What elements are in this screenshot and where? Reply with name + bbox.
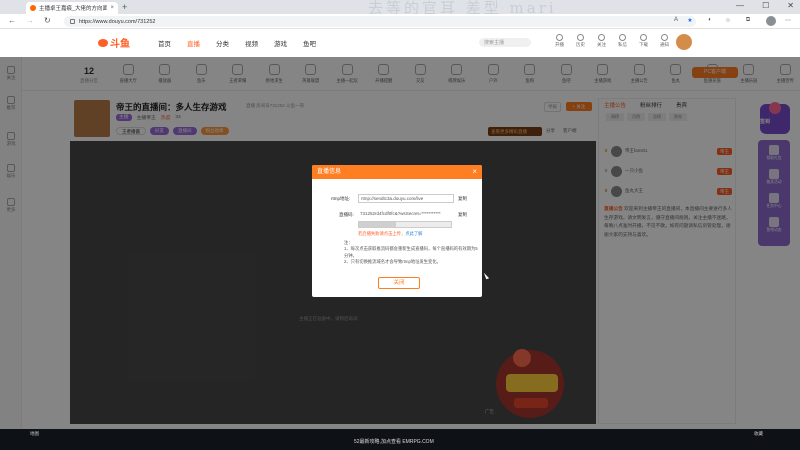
header-item-messages[interactable]: 私信: [616, 34, 629, 48]
douyu-favicon-icon: [30, 5, 36, 11]
code-masked-bar: [358, 221, 452, 228]
browser-sync-icon[interactable]: ⧉: [744, 17, 752, 25]
nav-category[interactable]: 分类: [216, 38, 229, 48]
url-field[interactable]: https://www.douyu.com/731252: [64, 16, 696, 27]
top-nav: 首页 直播 分类 视频 游戏 鱼吧: [158, 38, 316, 48]
nav-games[interactable]: 游戏: [274, 38, 287, 48]
code-label: 直播码:: [339, 212, 354, 217]
header-icons: 开播 历史 关注 私信 下载 通知: [553, 34, 671, 48]
new-tab-button[interactable]: +: [122, 2, 127, 12]
minimize-icon[interactable]: —: [736, 1, 744, 10]
message-icon: [619, 34, 626, 41]
douyu-logo[interactable]: 斗鱼: [98, 35, 130, 50]
reload-icon[interactable]: ↻: [44, 16, 51, 25]
extensions-icon[interactable]: ◐: [706, 17, 714, 25]
header-item-broadcast[interactable]: 开播: [553, 34, 566, 48]
nav-video[interactable]: 视频: [245, 38, 258, 48]
history-icon: [577, 34, 584, 41]
maximize-icon[interactable]: ☐: [762, 1, 769, 10]
close-tab-icon[interactable]: ×: [110, 5, 114, 11]
bell-icon: [661, 34, 668, 41]
rtmp-copy-button[interactable]: 复制: [458, 196, 467, 202]
profile-avatar[interactable]: [766, 16, 776, 26]
fish-logo-icon: [98, 38, 108, 47]
nav-home[interactable]: 首页: [158, 38, 171, 48]
close-dialog-button[interactable]: 关闭: [378, 277, 420, 289]
lock-icon: [70, 19, 75, 24]
rtmp-field[interactable]: rtmp://sendtc3a.douyu.com/live: [358, 194, 454, 203]
read-aloud-icon[interactable]: A: [672, 17, 680, 25]
download-icon: [640, 34, 647, 41]
bottom-banner-text[interactable]: 52最新攻略,加点查看 EMRPG.COM: [354, 438, 434, 445]
nav-yuba[interactable]: 鱼吧: [303, 38, 316, 48]
url-text: https://www.douyu.com/731252: [79, 18, 156, 25]
learn-more-link[interactable]: 点此了解: [405, 231, 422, 236]
more-menu-icon[interactable]: ⋯: [784, 17, 792, 25]
back-arrow-icon[interactable]: ←: [8, 16, 16, 25]
window-controls: — ☐ ✕: [736, 1, 794, 10]
collections-icon[interactable]: ☆: [724, 17, 732, 25]
logo-text: 斗鱼: [110, 39, 130, 50]
header-item-follow[interactable]: 关注: [595, 34, 608, 48]
tab-title: 主播卓王嘉痕_大佬的方向面痕_斗...: [39, 6, 108, 12]
favorite-star-icon[interactable]: ★: [686, 17, 694, 25]
address-bar-row: ← → ↻ https://www.douyu.com/731252 A ★ ◐…: [0, 14, 800, 29]
browser-tab[interactable]: 主播卓王嘉痕_大佬的方向面痕_斗... ×: [26, 2, 118, 14]
user-avatar[interactable]: [676, 34, 692, 50]
bottom-right-label[interactable]: 收藏: [754, 431, 763, 437]
dialog-notes: 注： 1、每次点击获取推流码都会重新生成直播码，每个直播码的有效期为5分钟。 2…: [344, 240, 478, 265]
heart-icon: [598, 34, 605, 41]
close-window-icon[interactable]: ✕: [787, 1, 794, 10]
forward-arrow-icon[interactable]: →: [26, 16, 34, 25]
nav-live[interactable]: 直播: [187, 38, 200, 48]
bottom-left-label[interactable]: 地图: [30, 431, 39, 437]
warn-text: 若启播失败请点击上传，点此了解: [358, 231, 423, 236]
code-field[interactable]: 731252rd4fcdf0fc&?wsSecret=***********: [358, 210, 454, 219]
header-item-history[interactable]: 历史: [574, 34, 587, 48]
header-item-download[interactable]: 下载: [637, 34, 650, 48]
dialog-title: 直播信息: [312, 165, 482, 179]
site-search-input[interactable]: 搜索主播: [479, 38, 531, 47]
broadcast-icon: [556, 34, 563, 41]
close-icon[interactable]: ×: [472, 165, 477, 179]
live-info-dialog: 直播信息 × rtmp地址: rtmp://sendtc3a.douyu.com…: [312, 165, 482, 297]
rtmp-label: rtmp地址:: [331, 196, 351, 201]
code-copy-button[interactable]: 复制: [458, 212, 467, 218]
header-item-notice[interactable]: 通知: [658, 34, 671, 48]
